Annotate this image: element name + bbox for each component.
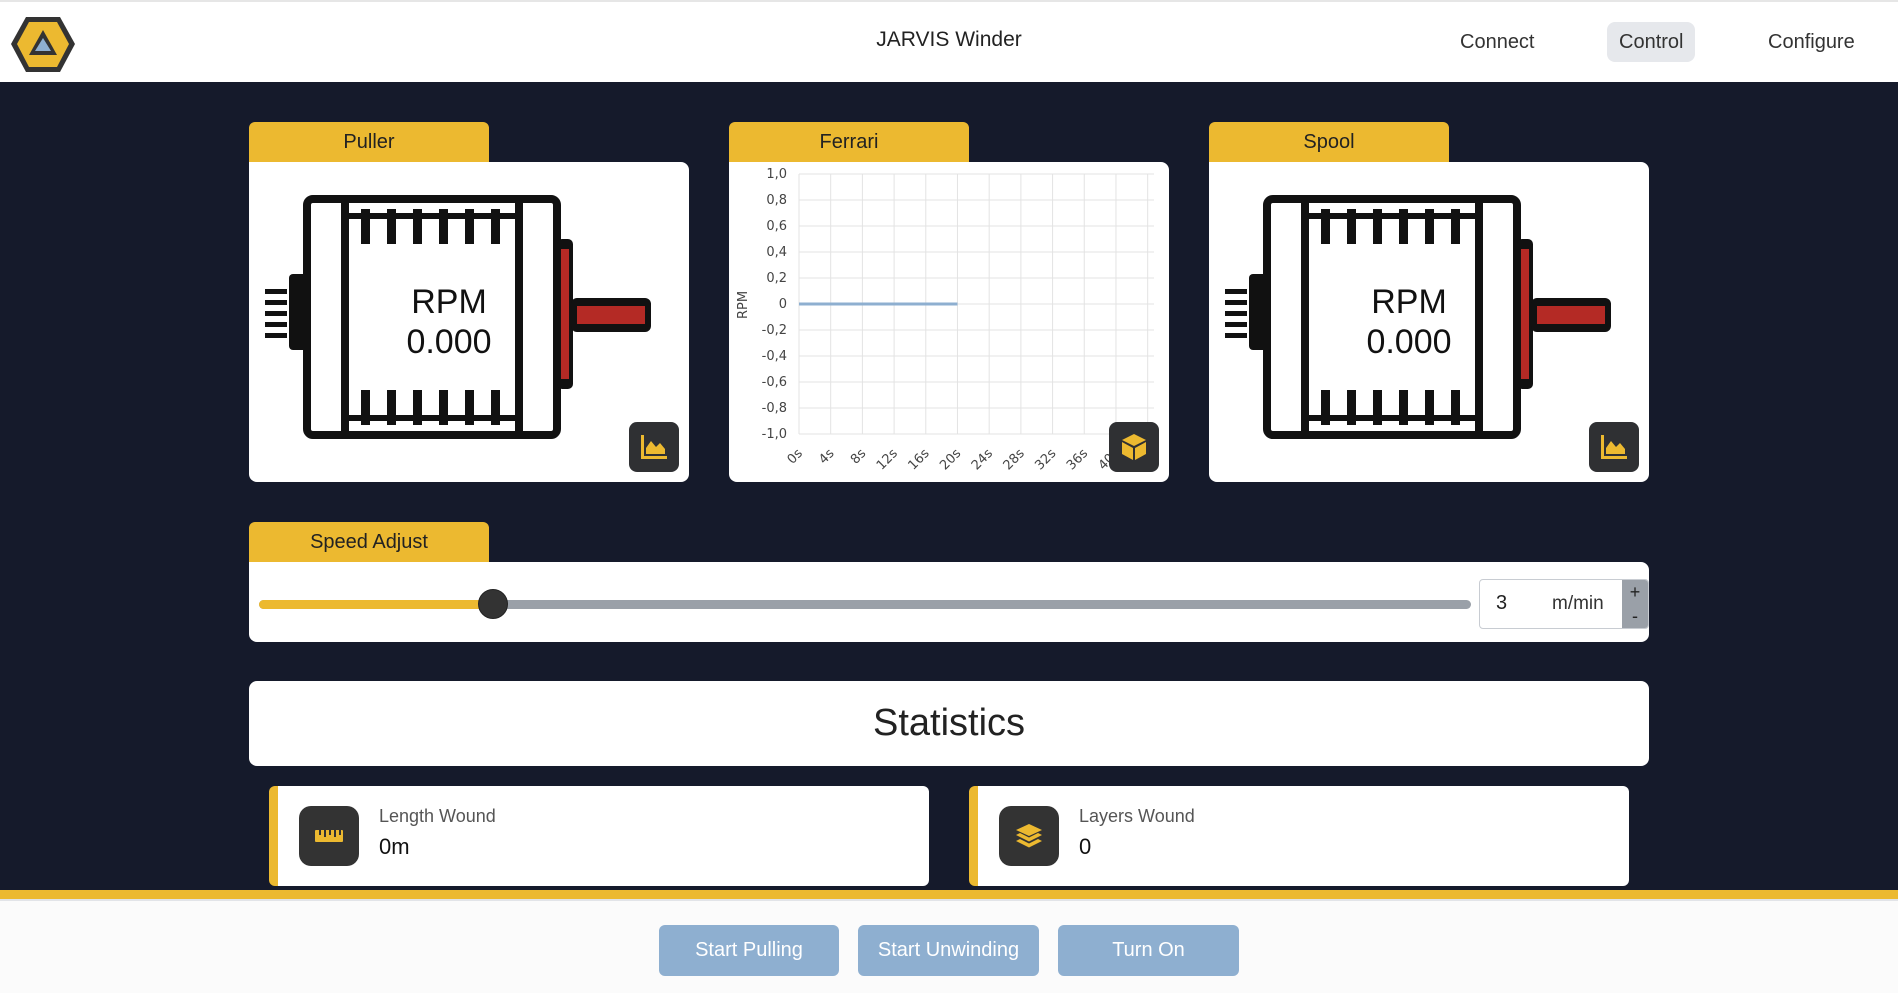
area-chart-icon xyxy=(641,435,667,459)
chart-y-tick-label: 0,8 xyxy=(766,193,787,208)
chart-x-tick-label: 12s xyxy=(874,446,901,473)
turn-on-button[interactable]: Turn On xyxy=(1058,925,1239,976)
speed-increment-button[interactable]: + xyxy=(1622,580,1648,604)
speed-decrement-button[interactable]: - xyxy=(1622,604,1648,628)
ferrari-tab: Ferrari xyxy=(729,122,969,164)
chart-y-tick-label: 0,2 xyxy=(766,271,787,286)
ferrari-card: 1,0 0,8 0,6 0,4 0,2 0 -0,2 -0,4 -0,6 -0,8 -1,0 0s 4… xyxy=(729,162,1169,482)
chart-y-tick-label: 0 xyxy=(779,297,787,312)
chart-x-tick-label: 16s xyxy=(906,446,933,473)
speed-slider-thumb[interactable] xyxy=(477,589,508,619)
ferrari-rpm-chart: 1,0 0,8 0,6 0,4 0,2 0 -0,2 -0,4 -0,6 -0,8 -1,0 0s 4… xyxy=(736,167,1155,473)
chart-y-tick-label: -0,4 xyxy=(762,349,787,364)
chart-y-tick-label: -1,0 xyxy=(762,427,787,442)
layers-wound-card: Layers Wound 0 xyxy=(969,786,1629,886)
layers-wound-label: Layers Wound xyxy=(1079,806,1195,826)
ferrari-3d-button[interactable] xyxy=(1109,422,1159,472)
chart-y-tick-label: 0,4 xyxy=(766,245,787,260)
layers-icon-badge xyxy=(999,806,1059,866)
length-wound-value: 0m xyxy=(379,834,410,859)
chart-x-tick-label: 0s xyxy=(785,446,806,467)
speed-stepper[interactable]: + - xyxy=(1622,580,1648,628)
chart-y-axis-label: RPM xyxy=(736,291,751,319)
spool-rpm-value: 0.000 xyxy=(1366,323,1452,361)
puller-rpm-value: 0.000 xyxy=(406,323,492,361)
chart-x-tick-label: 28s xyxy=(1001,446,1028,473)
speed-input[interactable]: 3 m/min + - xyxy=(1479,579,1649,629)
cube-icon xyxy=(1122,434,1146,460)
speed-slider[interactable] xyxy=(259,589,1471,619)
chart-x-tick-label: 24s xyxy=(969,446,996,473)
spool-card: RPM 0.000 xyxy=(1209,162,1649,482)
puller-rpm-label: RPM xyxy=(411,283,487,321)
ruler-icon xyxy=(315,830,343,842)
nav-connect[interactable]: Connect xyxy=(1448,22,1547,62)
footer-bar: Start Pulling Start Unwinding Turn On xyxy=(0,899,1898,993)
speed-unit: m/min xyxy=(1552,593,1604,614)
chart-x-tick-label: 20s xyxy=(937,446,964,473)
puller-card: RPM 0.000 xyxy=(249,162,689,482)
speed-adjust-tab: Speed Adjust xyxy=(249,522,489,564)
puller-chart-button[interactable] xyxy=(629,422,679,472)
spool-rpm-label: RPM xyxy=(1371,283,1447,321)
chart-y-tick-label: -0,2 xyxy=(762,323,787,338)
start-pulling-button[interactable]: Start Pulling xyxy=(659,925,839,976)
chart-y-tick-label: -0,6 xyxy=(762,375,787,390)
chart-x-tick-label: 36s xyxy=(1064,446,1091,473)
length-wound-label: Length Wound xyxy=(379,806,496,826)
footer-accent-stripe xyxy=(0,890,1898,899)
start-unwinding-button[interactable]: Start Unwinding xyxy=(858,925,1039,976)
chart-y-tick-label: -0,8 xyxy=(762,401,787,416)
length-wound-card: Length Wound 0m xyxy=(269,786,929,886)
chart-y-tick-label: 0,6 xyxy=(766,219,787,234)
layers-wound-value: 0 xyxy=(1079,834,1092,859)
chart-x-tick-label: 4s xyxy=(816,446,837,467)
puller-tab: Puller xyxy=(249,122,489,164)
spool-tab: Spool xyxy=(1209,122,1449,164)
top-navbar: JARVIS Winder Connect Control Configure xyxy=(0,0,1898,82)
speed-adjust-card: 3 m/min + - xyxy=(249,562,1649,642)
area-chart-icon xyxy=(1601,435,1627,459)
chart-x-tick-label: 32s xyxy=(1032,446,1059,473)
nav-configure[interactable]: Configure xyxy=(1756,22,1867,62)
chart-x-tick-label: 8s xyxy=(848,446,869,467)
chart-y-tick-label: 1,0 xyxy=(766,167,787,182)
spool-chart-button[interactable] xyxy=(1589,422,1639,472)
layers-icon xyxy=(1016,824,1042,848)
nav-control[interactable]: Control xyxy=(1607,22,1696,62)
statistics-title: Statistics xyxy=(249,681,1649,766)
ruler-icon-badge xyxy=(299,806,359,866)
speed-value[interactable]: 3 xyxy=(1496,592,1507,615)
speed-slider-fill xyxy=(259,600,493,609)
